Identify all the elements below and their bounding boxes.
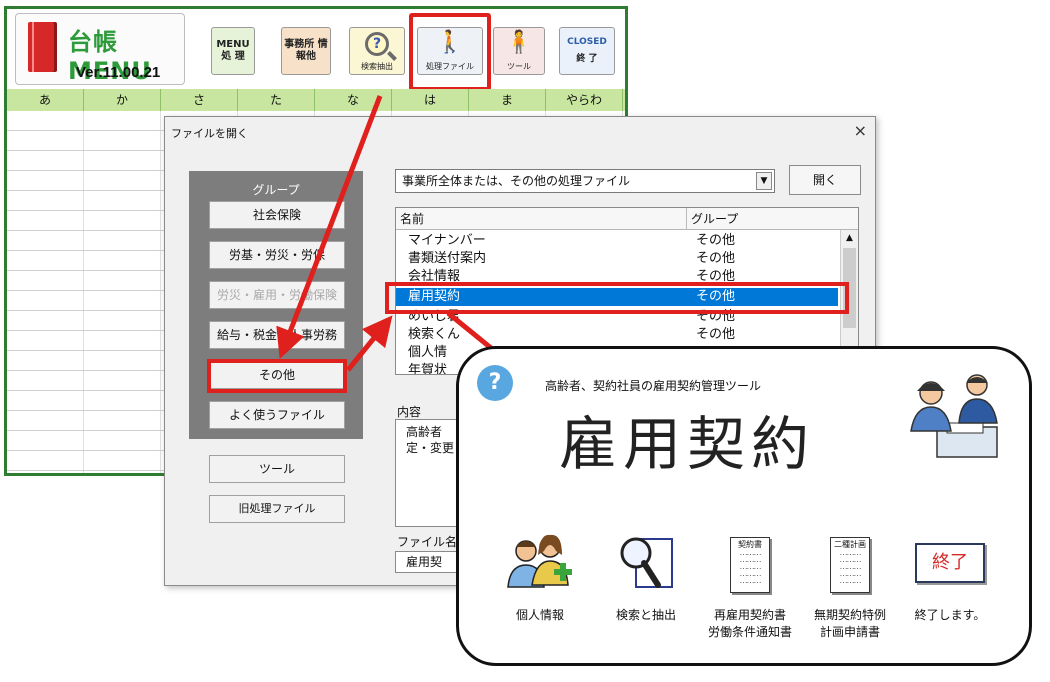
file-name: 書類送付案内	[408, 251, 487, 266]
file-group: その他	[696, 251, 736, 266]
plan-document-icon: 二種計画 ⋯⋯⋯ ⋯⋯⋯ ⋯⋯⋯ ⋯⋯⋯ ⋯⋯⋯	[795, 529, 905, 593]
search-extract-label: 検索抽出	[361, 62, 393, 72]
process-file-highlight	[409, 13, 491, 91]
kana-tab[interactable]: さ	[161, 89, 238, 111]
app-splash-card: ? 高齢者、契約社員の雇用契約管理ツール 雇用契約 個人情報 検索と抽出 契約書…	[456, 346, 1032, 666]
meeting-people-icon	[910, 374, 998, 458]
scroll-up-icon[interactable]: ▲	[841, 230, 858, 246]
kana-tab[interactable]: あ	[7, 89, 84, 111]
reemployment-contract-label: 再雇用契約書 労働条件通知書	[707, 608, 792, 639]
file-list-header: 名前 グループ	[396, 208, 858, 230]
indefinite-contract-plan-button[interactable]: 二種計画 ⋯⋯⋯ ⋯⋯⋯ ⋯⋯⋯ ⋯⋯⋯ ⋯⋯⋯ 無期契約特例 計画申請書	[795, 529, 905, 641]
kana-tab-row: あ か さ た な は ま やらわ	[7, 89, 625, 111]
other-button-highlight	[207, 359, 347, 393]
exit-box[interactable]: 終了	[915, 543, 985, 583]
document-title: 二種計画	[834, 540, 866, 549]
dropdown-arrow-icon[interactable]: ▼	[756, 172, 772, 190]
app-logo: 台帳MENU Ver.11.00.21	[15, 13, 185, 85]
kana-tab[interactable]: は	[392, 89, 469, 111]
group-employment-insurance-button[interactable]: 労災・雇用・労働保険	[209, 281, 345, 309]
contract-document-icon: 契約書 ⋯⋯⋯ ⋯⋯⋯ ⋯⋯⋯ ⋯⋯⋯ ⋯⋯⋯	[695, 529, 805, 593]
list-item[interactable]: 検索くん その他	[396, 326, 838, 344]
file-type-value: 事業所全体または、その他の処理ファイル	[402, 174, 631, 188]
column-name-header[interactable]: 名前	[400, 208, 424, 230]
exit-card-button[interactable]: 終了 終了します。	[895, 529, 1005, 624]
file-name: 個人情	[408, 345, 448, 360]
selected-row-highlight	[385, 282, 849, 314]
app-version: Ver.11.00.21	[76, 64, 161, 81]
exit-card-label: 終了します。	[914, 608, 986, 622]
group-social-insurance-button[interactable]: 社会保険	[209, 201, 345, 229]
open-button[interactable]: 開く	[789, 165, 861, 195]
reemployment-contract-button[interactable]: 契約書 ⋯⋯⋯ ⋯⋯⋯ ⋯⋯⋯ ⋯⋯⋯ ⋯⋯⋯ 再雇用契約書 労働条件通知書	[695, 529, 805, 641]
kana-tab[interactable]: やらわ	[546, 89, 623, 111]
exit-icon: 終了	[895, 529, 1005, 593]
office-info-button[interactable]: 事務所 情報他	[281, 27, 331, 75]
document-title: 契約書	[738, 540, 762, 549]
list-item[interactable]: 書類送付案内 その他	[396, 250, 838, 268]
search-extract-card-button[interactable]: 検索と抽出	[591, 529, 701, 624]
people-add-icon	[485, 529, 595, 593]
group-favorites-button[interactable]: よく使うファイル	[209, 401, 345, 429]
content-label: 内容	[397, 405, 422, 419]
file-name: 年賀状	[408, 363, 448, 375]
file-type-select[interactable]: 事業所全体または、その他の処理ファイル ▼	[395, 169, 775, 193]
kana-tab[interactable]: ま	[469, 89, 546, 111]
personal-info-button[interactable]: 個人情報	[485, 529, 595, 624]
old-files-button[interactable]: 旧処理ファイル	[209, 495, 345, 523]
file-name: マイナンバー	[408, 233, 486, 248]
filename-label: ファイル名	[397, 535, 458, 549]
group-labor-button[interactable]: 労基・労災・労保	[209, 241, 345, 269]
kana-tab[interactable]: か	[84, 89, 161, 111]
magnifier-icon	[591, 529, 701, 593]
dialog-title: ファイルを開く	[171, 127, 248, 140]
tool-button[interactable]: 🧍 ツール	[493, 27, 545, 75]
tool-label: ツール	[507, 62, 531, 72]
magnifier-icon: ?	[365, 32, 389, 56]
kana-tab[interactable]: な	[315, 89, 392, 111]
group-payroll-button[interactable]: 給与・税金・人事労務	[209, 321, 345, 349]
closed-label: CLOSED	[567, 37, 607, 48]
file-group: その他	[696, 327, 736, 342]
close-icon[interactable]: ×	[854, 121, 867, 140]
tool-button-dialog[interactable]: ツール	[209, 455, 345, 483]
tool-icon: 🧍	[505, 30, 533, 55]
group-panel-title: グループ	[252, 183, 300, 197]
personal-info-label: 個人情報	[515, 608, 564, 622]
main-menu-toolbar: 台帳MENU Ver.11.00.21 MENU 処 理 事務所 情報他 ? 検…	[7, 9, 625, 91]
card-subtitle: 高齢者、契約社員の雇用契約管理ツール	[545, 379, 762, 393]
exit-label: 終 了	[576, 54, 598, 64]
indefinite-contract-plan-label: 無期契約特例 計画申請書	[813, 608, 886, 639]
search-extract-button[interactable]: ? 検索抽出	[349, 27, 405, 75]
list-item[interactable]: マイナンバー その他	[396, 232, 838, 250]
search-extract-card-label: 検索と抽出	[615, 608, 676, 622]
file-group: その他	[696, 233, 736, 248]
help-icon[interactable]: ?	[477, 365, 513, 401]
closed-exit-button[interactable]: CLOSED 終 了	[559, 27, 615, 75]
card-title: 雇用契約	[559, 410, 816, 478]
file-name: 検索くん	[408, 327, 461, 342]
book-icon	[28, 22, 54, 72]
column-group-header[interactable]: グループ	[686, 208, 738, 230]
group-panel: グループ 社会保険 労基・労災・労保 労災・雇用・労働保険 給与・税金・人事労務…	[189, 171, 363, 439]
menu-process-button[interactable]: MENU 処 理	[211, 27, 255, 75]
kana-tab[interactable]: た	[238, 89, 315, 111]
